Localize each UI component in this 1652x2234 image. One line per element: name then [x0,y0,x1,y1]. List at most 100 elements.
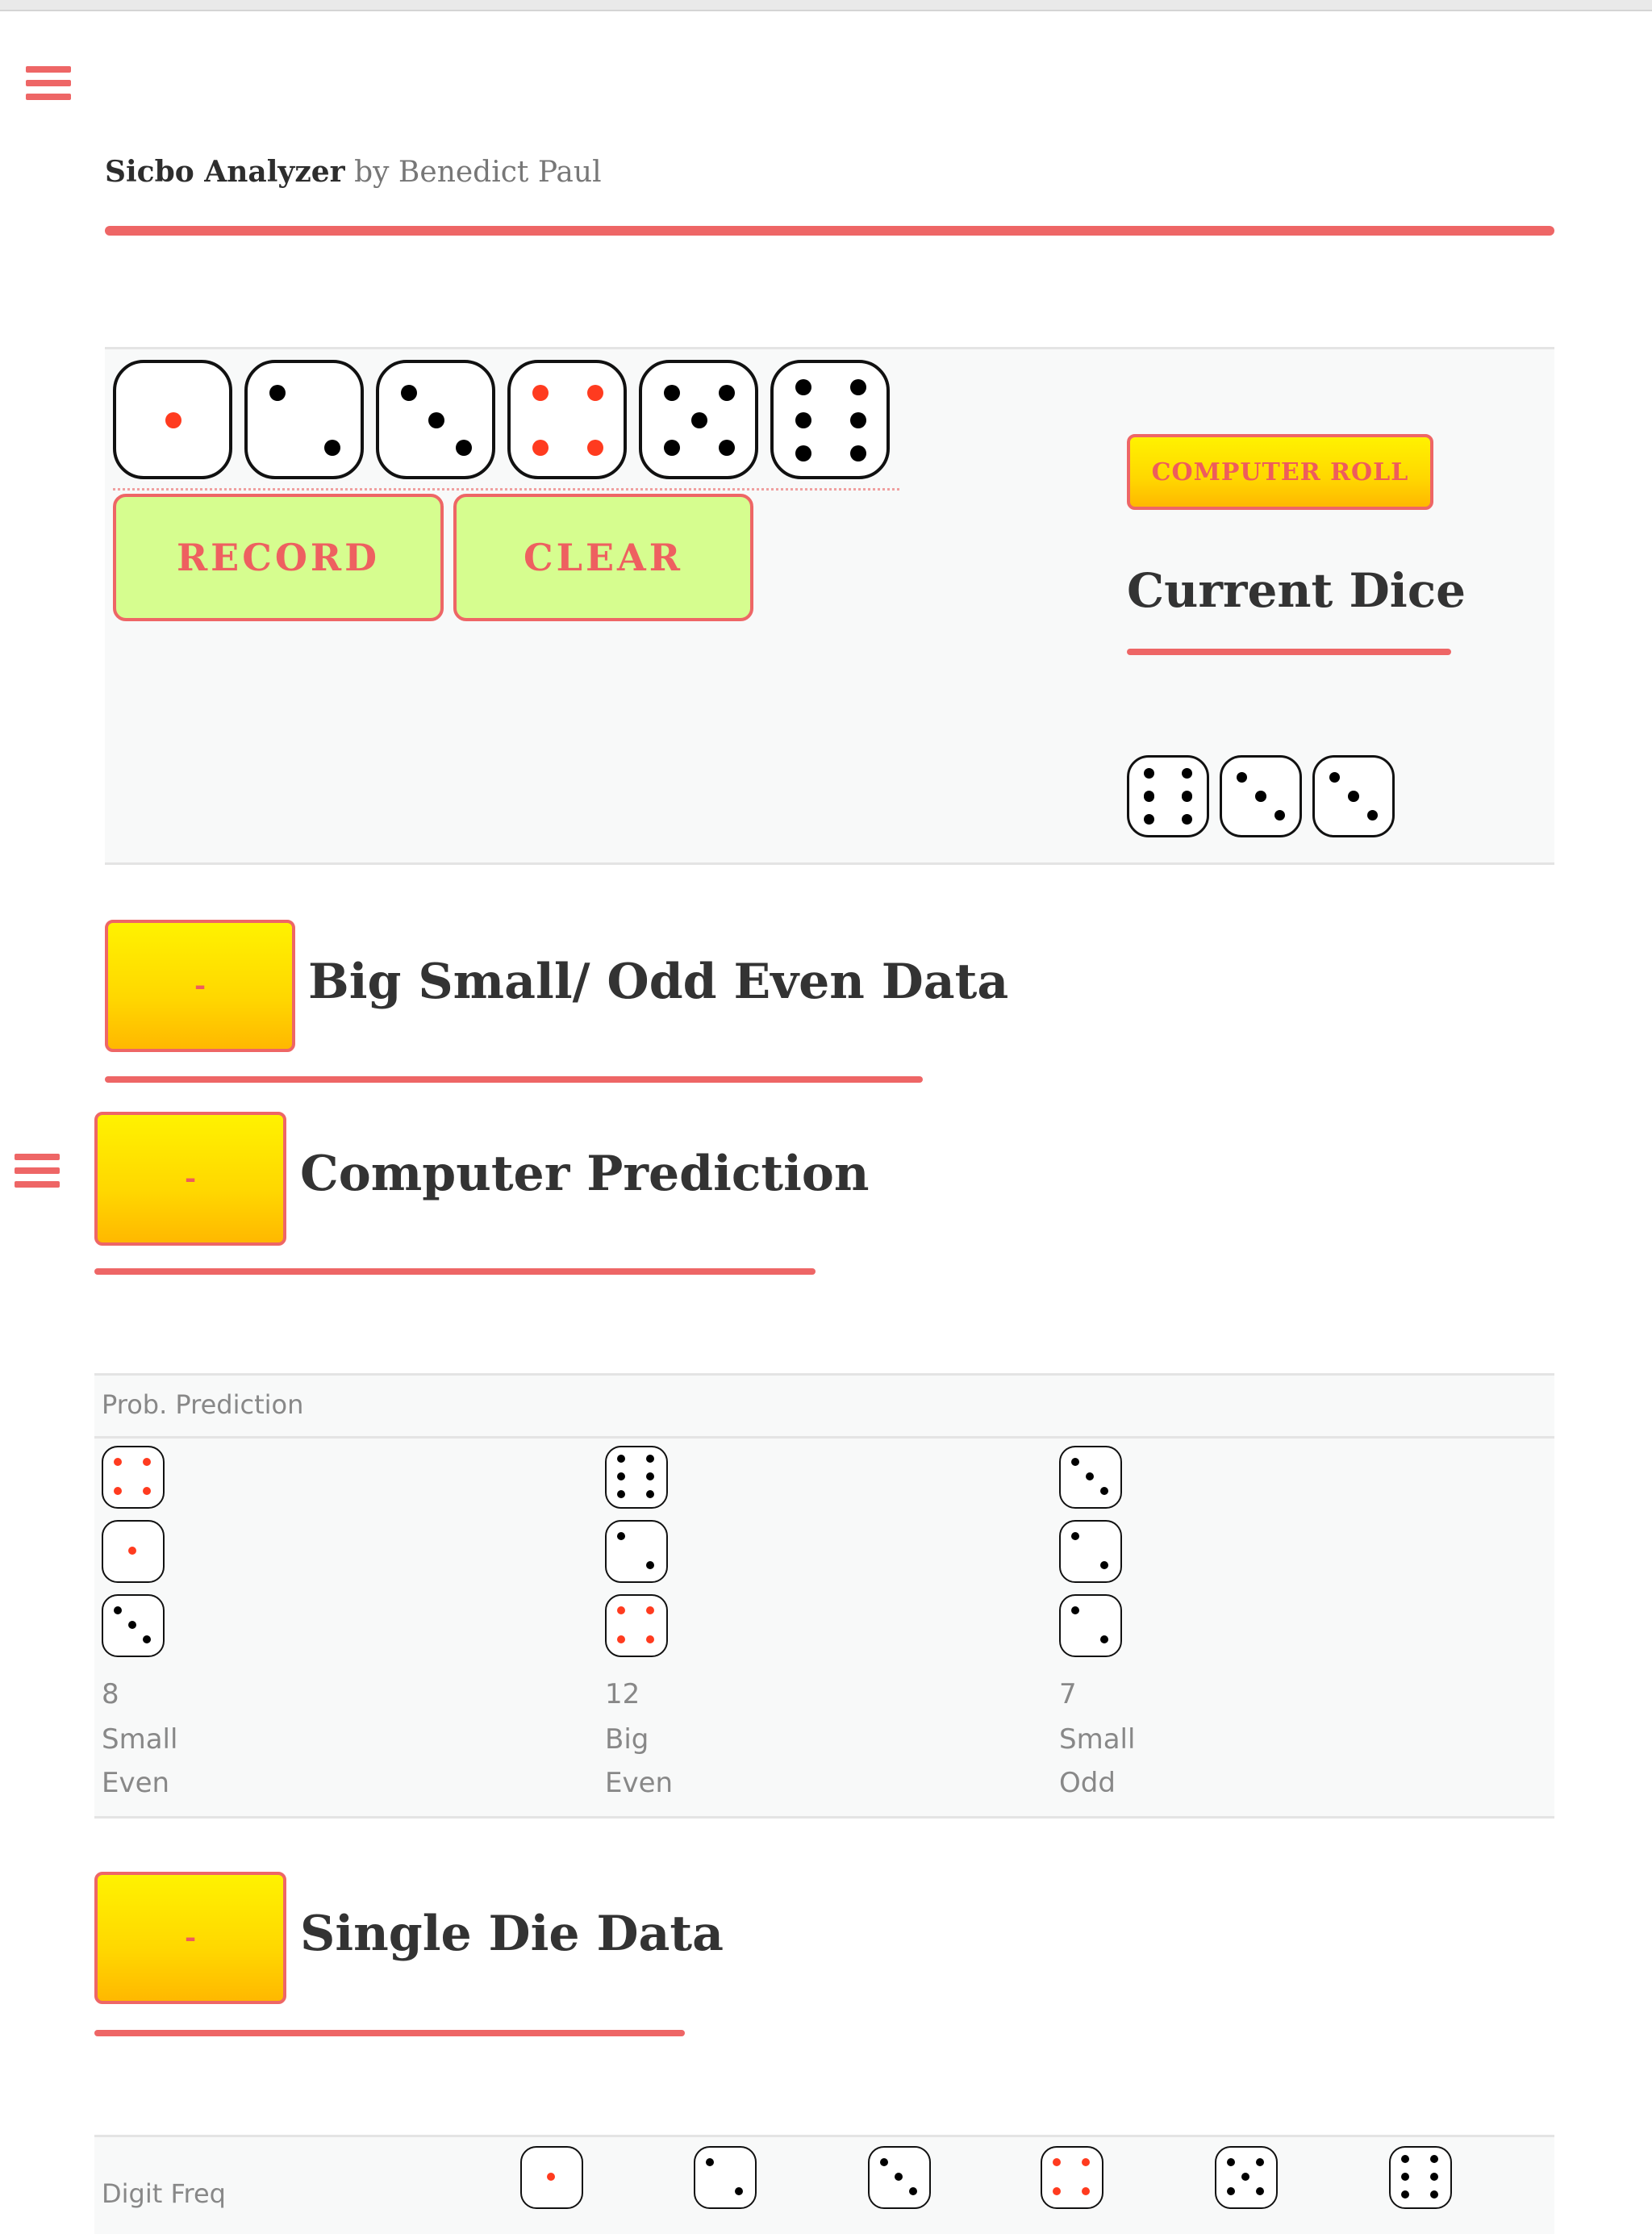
prob-prediction-table [94,1373,1554,1819]
prediction-size: Small [102,1723,178,1756]
current-dice-title: Current Dice [1127,563,1466,618]
die-pip [705,2157,715,2167]
die-face-four-icon [1041,2146,1103,2209]
die-pip [1429,2172,1439,2182]
die-pip [734,2186,744,2196]
die-pip [587,440,604,457]
die-pip [691,412,707,428]
die-face-four-icon[interactable] [507,360,627,479]
browser-top-edge [0,0,1652,11]
die-pip [850,378,867,395]
die-face-six-icon [1127,755,1209,837]
die-face-six-icon [605,1446,668,1509]
die-face-five-icon [1215,2146,1278,2209]
die-pip [456,440,473,457]
die-face-four-icon [605,1594,668,1657]
die-face-two-icon[interactable] [244,360,364,479]
die-face-two-icon [605,1520,668,1583]
die-pip [269,384,286,401]
die-pip [795,378,811,395]
die-pip [1366,809,1379,821]
single-die-underline [94,2030,685,2036]
die-pip [795,412,811,428]
die-pip [1081,2186,1091,2196]
die-pip [908,2186,918,2196]
die-pip [719,440,736,457]
die-face-two-icon [694,2146,757,2209]
record-button[interactable]: RECORD [113,494,444,621]
clear-button[interactable]: CLEAR [453,494,753,621]
die-pip [1348,791,1359,802]
prediction-size: Small [1059,1723,1136,1756]
die-pip [645,1606,655,1615]
die-pip [1081,2157,1091,2167]
die-pip [616,1635,626,1644]
die-pip [1400,2172,1410,2182]
computer-roll-button[interactable]: COMPUTER ROLL [1127,434,1433,510]
prob-prediction-header: Prob. Prediction [102,1389,304,1420]
die-face-six-icon[interactable] [770,360,890,479]
die-pip [1070,1457,1080,1467]
big-small-toggle-button[interactable]: - [105,920,295,1052]
die-face-three-icon [1059,1446,1122,1509]
die-pip [165,412,181,428]
die-face-one-icon [520,2146,583,2209]
die-pip [879,2157,889,2167]
app-name: Sicbo Analyzer [105,155,345,189]
site-brand: Sicbo Analyzer by Benedict Paul [105,155,602,189]
die-face-three-icon[interactable] [376,360,495,479]
die-pip [1255,791,1266,802]
die-pip [1143,813,1155,825]
die-pip [1241,2172,1250,2182]
digit-freq-header: Digit Freq [102,2178,226,2209]
die-face-three-icon [102,1594,165,1657]
die-pip [587,384,604,401]
die-pip [1143,791,1155,802]
big-small-title: Big Small/ Odd Even Data [308,954,1009,1010]
die-pip [1226,2157,1236,2167]
die-pip [1052,2186,1062,2196]
die-pip [1099,1635,1109,1644]
die-pip [546,2172,556,2182]
single-die-title: Single Die Data [300,1906,724,1962]
die-pip [850,445,867,462]
die-face-two-icon [1059,1520,1122,1583]
die-pip [663,440,680,457]
die-pip [1226,2186,1236,2196]
die-pip [400,384,417,401]
die-pip [1070,1606,1080,1615]
die-pip [1329,771,1341,783]
die-pip [1099,1560,1109,1570]
die-pip [113,1486,123,1496]
die-face-two-icon [1059,1594,1122,1657]
die-pip [127,1546,137,1555]
prediction-total: 7 [1059,1678,1077,1710]
brand-underline [105,226,1554,236]
die-pip [113,1606,123,1615]
die-pip [324,440,341,457]
die-pip [1181,767,1193,779]
die-pip [142,1486,152,1496]
prediction-title: Computer Prediction [300,1146,870,1202]
die-pip [532,384,549,401]
die-pip [795,445,811,462]
menu-icon-secondary[interactable] [15,1154,60,1195]
single-die-toggle-button[interactable]: - [94,1872,286,2004]
prediction-total: 8 [102,1678,119,1710]
menu-icon[interactable] [26,66,71,107]
die-pip [113,1457,123,1467]
die-pip [616,1454,626,1464]
die-face-three-icon [1312,755,1395,837]
die-face-one-icon[interactable] [113,360,232,479]
prediction-parity: Even [605,1767,674,1799]
die-pip [1400,2154,1410,2164]
die-face-one-icon [102,1520,165,1583]
prediction-toggle-button[interactable]: - [94,1112,286,1246]
die-pip [428,412,444,428]
die-pip [645,1489,655,1499]
die-pip [127,1620,137,1630]
die-pip [1085,1472,1095,1481]
die-pip [1274,809,1286,821]
die-face-five-icon[interactable] [639,360,758,479]
die-pip [1255,2157,1265,2167]
